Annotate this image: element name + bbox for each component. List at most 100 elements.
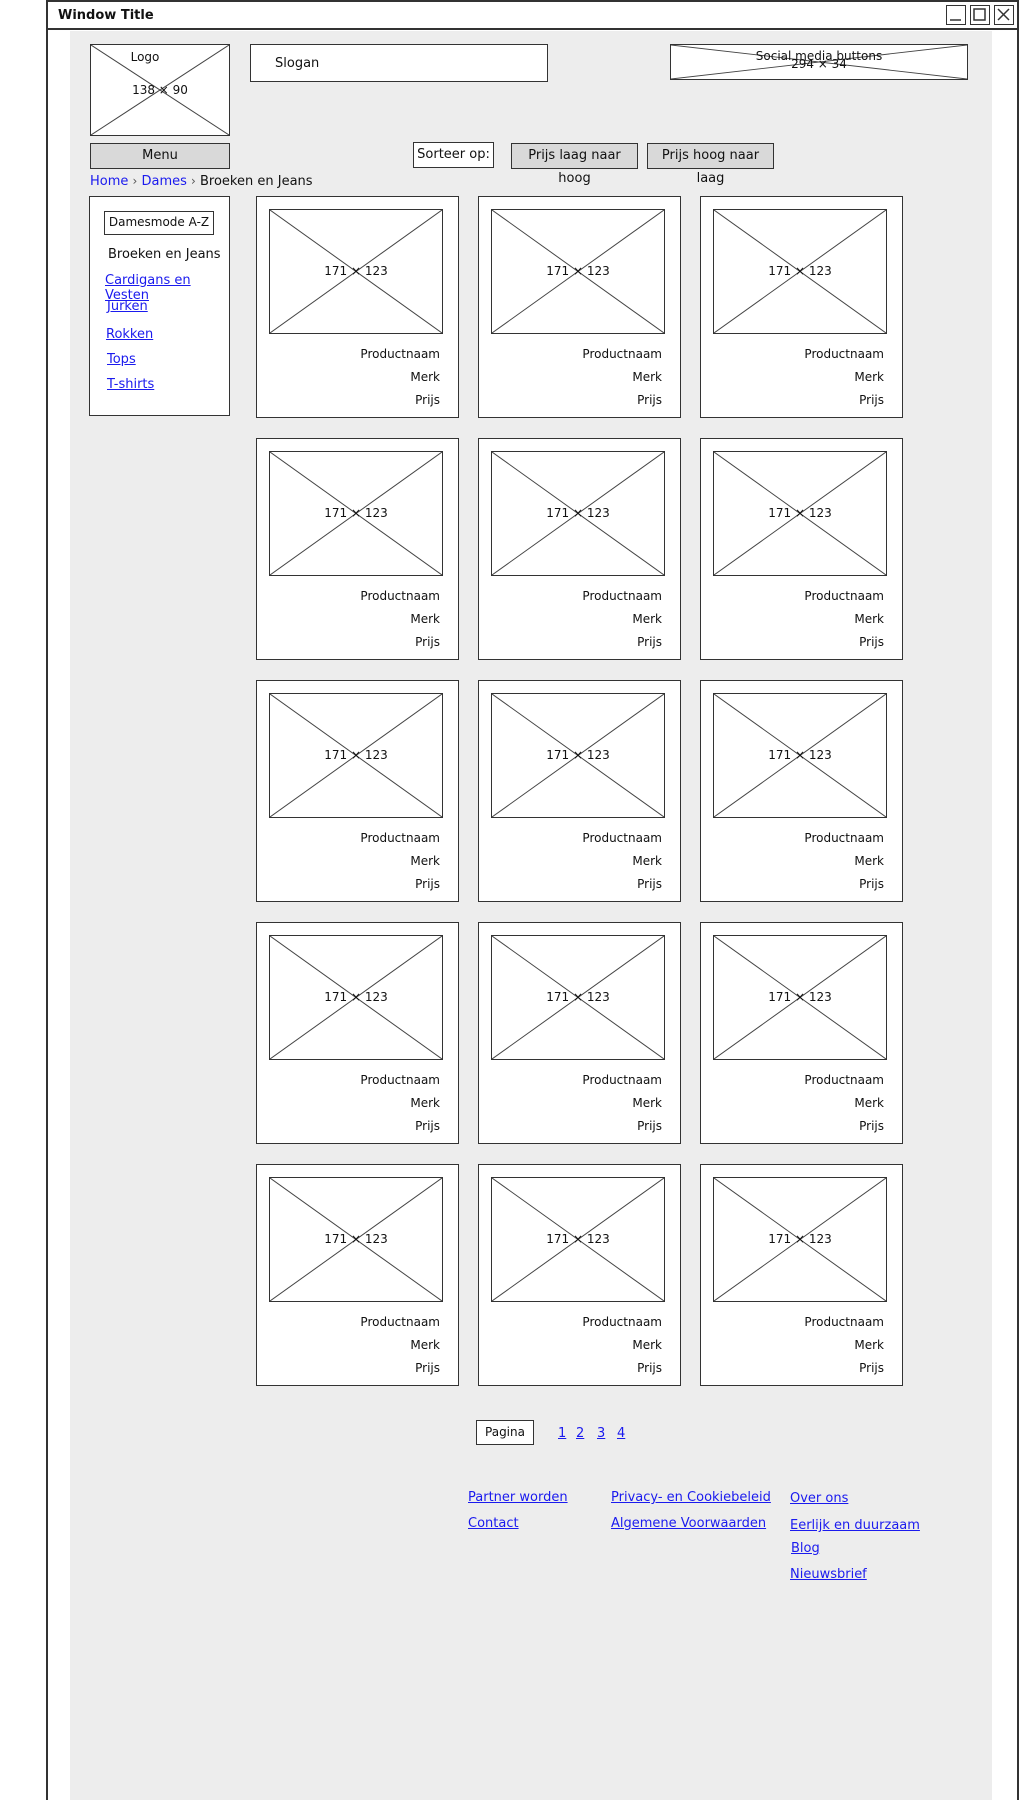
product-card[interactable]: 171 × 123 Productnaam Merk Prijs xyxy=(256,438,459,660)
product-image-placeholder[interactable]: 171 × 123 xyxy=(269,1177,443,1302)
breadcrumb: Home › Dames › Broeken en Jeans xyxy=(90,174,313,189)
product-image-placeholder[interactable]: 171 × 123 xyxy=(713,451,887,576)
product-image-placeholder[interactable]: 171 × 123 xyxy=(269,209,443,334)
breadcrumb-home-link[interactable]: Home xyxy=(90,174,128,189)
logo-size-label: 138 × 90 xyxy=(132,83,188,97)
page-link-1[interactable]: 1 xyxy=(558,1426,566,1441)
footer-link-partner[interactable]: Partner worden xyxy=(468,1490,568,1505)
product-image-placeholder[interactable]: 171 × 123 xyxy=(713,1177,887,1302)
product-price: Prijs xyxy=(637,635,662,649)
product-card[interactable]: 171 × 123 Productnaam Merk Prijs xyxy=(478,680,681,902)
sidebar-item-current: Broeken en Jeans xyxy=(108,247,221,262)
product-card[interactable]: 171 × 123 Productnaam Merk Prijs xyxy=(700,1164,903,1386)
minimize-button[interactable] xyxy=(946,5,966,25)
slogan-box: Slogan xyxy=(250,44,548,82)
sidebar-item-tshirts[interactable]: T-shirts xyxy=(107,377,154,392)
product-card[interactable]: 171 × 123 Productnaam Merk Prijs xyxy=(256,680,459,902)
product-image-size-label: 171 × 123 xyxy=(768,990,832,1004)
product-image-size-label: 171 × 123 xyxy=(324,990,388,1004)
product-card[interactable]: 171 × 123 Productnaam Merk Prijs xyxy=(478,1164,681,1386)
footer-link-newsletter[interactable]: Nieuwsbrief xyxy=(790,1567,867,1582)
product-brand: Merk xyxy=(410,854,440,868)
breadcrumb-dames-link[interactable]: Dames xyxy=(141,174,186,189)
window-title: Window Title xyxy=(58,8,154,23)
product-card[interactable]: 171 × 123 Productnaam Merk Prijs xyxy=(700,922,903,1144)
product-brand: Merk xyxy=(410,1338,440,1352)
product-image-placeholder[interactable]: 171 × 123 xyxy=(713,693,887,818)
product-card[interactable]: 171 × 123 Productnaam Merk Prijs xyxy=(256,196,459,418)
footer-link-about[interactable]: Over ons xyxy=(790,1491,848,1506)
product-image-size-label: 171 × 123 xyxy=(546,1232,610,1246)
product-name: Productnaam xyxy=(360,831,440,845)
product-price: Prijs xyxy=(859,1119,884,1133)
sidebar-item-rokken[interactable]: Rokken xyxy=(106,327,153,342)
social-media-placeholder[interactable]: Social media buttons 294 × 34 xyxy=(670,44,968,80)
product-brand: Merk xyxy=(632,370,662,384)
product-image-size-label: 171 × 123 xyxy=(546,264,610,278)
product-name: Productnaam xyxy=(360,347,440,361)
product-name: Productnaam xyxy=(582,589,662,603)
product-image-placeholder[interactable]: 171 × 123 xyxy=(491,1177,665,1302)
product-brand: Merk xyxy=(410,1096,440,1110)
page-link-2[interactable]: 2 xyxy=(576,1426,584,1441)
footer-link-privacy[interactable]: Privacy- en Cookiebeleid xyxy=(611,1490,771,1505)
sidebar-category-panel: Damesmode A-Z Broeken en Jeans Cardigans… xyxy=(89,196,230,416)
footer-link-blog[interactable]: Blog xyxy=(791,1541,820,1556)
product-name: Productnaam xyxy=(582,347,662,361)
sort-price-asc-button[interactable]: Prijs laag naar hoog xyxy=(511,143,638,186)
close-icon xyxy=(997,8,1010,21)
product-brand: Merk xyxy=(854,1096,884,1110)
footer-link-contact[interactable]: Contact xyxy=(468,1516,519,1531)
product-image-size-label: 171 × 123 xyxy=(324,1232,388,1246)
product-name: Productnaam xyxy=(804,347,884,361)
product-image-placeholder[interactable]: 171 × 123 xyxy=(269,693,443,818)
product-card[interactable]: 171 × 123 Productnaam Merk Prijs xyxy=(700,196,903,418)
product-price: Prijs xyxy=(415,1119,440,1133)
sort-label: Sorteer op: xyxy=(413,142,494,168)
pagination-label: Pagina xyxy=(476,1420,534,1445)
product-image-placeholder[interactable]: 171 × 123 xyxy=(269,451,443,576)
product-card[interactable]: 171 × 123 Productnaam Merk Prijs xyxy=(478,922,681,1144)
product-price: Prijs xyxy=(415,393,440,407)
maximize-button[interactable] xyxy=(970,5,990,25)
minimize-icon xyxy=(950,19,961,21)
footer-link-sustainable[interactable]: Eerlijk en duurzaam xyxy=(790,1518,920,1533)
product-image-placeholder[interactable]: 171 × 123 xyxy=(491,451,665,576)
product-card[interactable]: 171 × 123 Productnaam Merk Prijs xyxy=(256,922,459,1144)
product-image-placeholder[interactable]: 171 × 123 xyxy=(491,209,665,334)
breadcrumb-separator-icon: › xyxy=(191,174,196,188)
page-link-3[interactable]: 3 xyxy=(597,1426,605,1441)
product-brand: Merk xyxy=(854,1338,884,1352)
product-image-placeholder[interactable]: 171 × 123 xyxy=(269,935,443,1060)
product-card[interactable]: 171 × 123 Productnaam Merk Prijs xyxy=(700,680,903,902)
product-brand: Merk xyxy=(632,854,662,868)
logo-placeholder[interactable]: Logo 138 × 90 xyxy=(90,44,230,136)
product-price: Prijs xyxy=(637,877,662,891)
product-brand: Merk xyxy=(632,612,662,626)
sidebar-heading: Damesmode A-Z xyxy=(104,211,214,235)
product-card[interactable]: 171 × 123 Productnaam Merk Prijs xyxy=(256,1164,459,1386)
product-image-placeholder[interactable]: 171 × 123 xyxy=(713,209,887,334)
product-image-placeholder[interactable]: 171 × 123 xyxy=(491,693,665,818)
page-link-4[interactable]: 4 xyxy=(617,1426,625,1441)
product-brand: Merk xyxy=(632,1096,662,1110)
product-price: Prijs xyxy=(415,1361,440,1375)
product-brand: Merk xyxy=(632,1338,662,1352)
product-image-size-label: 171 × 123 xyxy=(768,506,832,520)
footer-link-terms[interactable]: Algemene Voorwaarden xyxy=(611,1516,766,1531)
product-card[interactable]: 171 × 123 Productnaam Merk Prijs xyxy=(700,438,903,660)
product-image-placeholder[interactable]: 171 × 123 xyxy=(713,935,887,1060)
product-price: Prijs xyxy=(415,877,440,891)
sidebar-item-tops[interactable]: Tops xyxy=(107,352,136,367)
product-card[interactable]: 171 × 123 Productnaam Merk Prijs xyxy=(478,438,681,660)
sidebar-item-jurken[interactable]: Jurken xyxy=(107,299,148,314)
social-media-size-label: 294 × 34 xyxy=(791,57,847,71)
product-name: Productnaam xyxy=(582,1315,662,1329)
product-card[interactable]: 171 × 123 Productnaam Merk Prijs xyxy=(478,196,681,418)
menu-button[interactable]: Menu xyxy=(90,143,230,169)
close-button[interactable] xyxy=(994,5,1014,25)
product-image-placeholder[interactable]: 171 × 123 xyxy=(491,935,665,1060)
sort-price-desc-button[interactable]: Prijs hoog naar laag xyxy=(647,143,774,186)
product-price: Prijs xyxy=(637,393,662,407)
maximize-icon xyxy=(973,8,986,21)
